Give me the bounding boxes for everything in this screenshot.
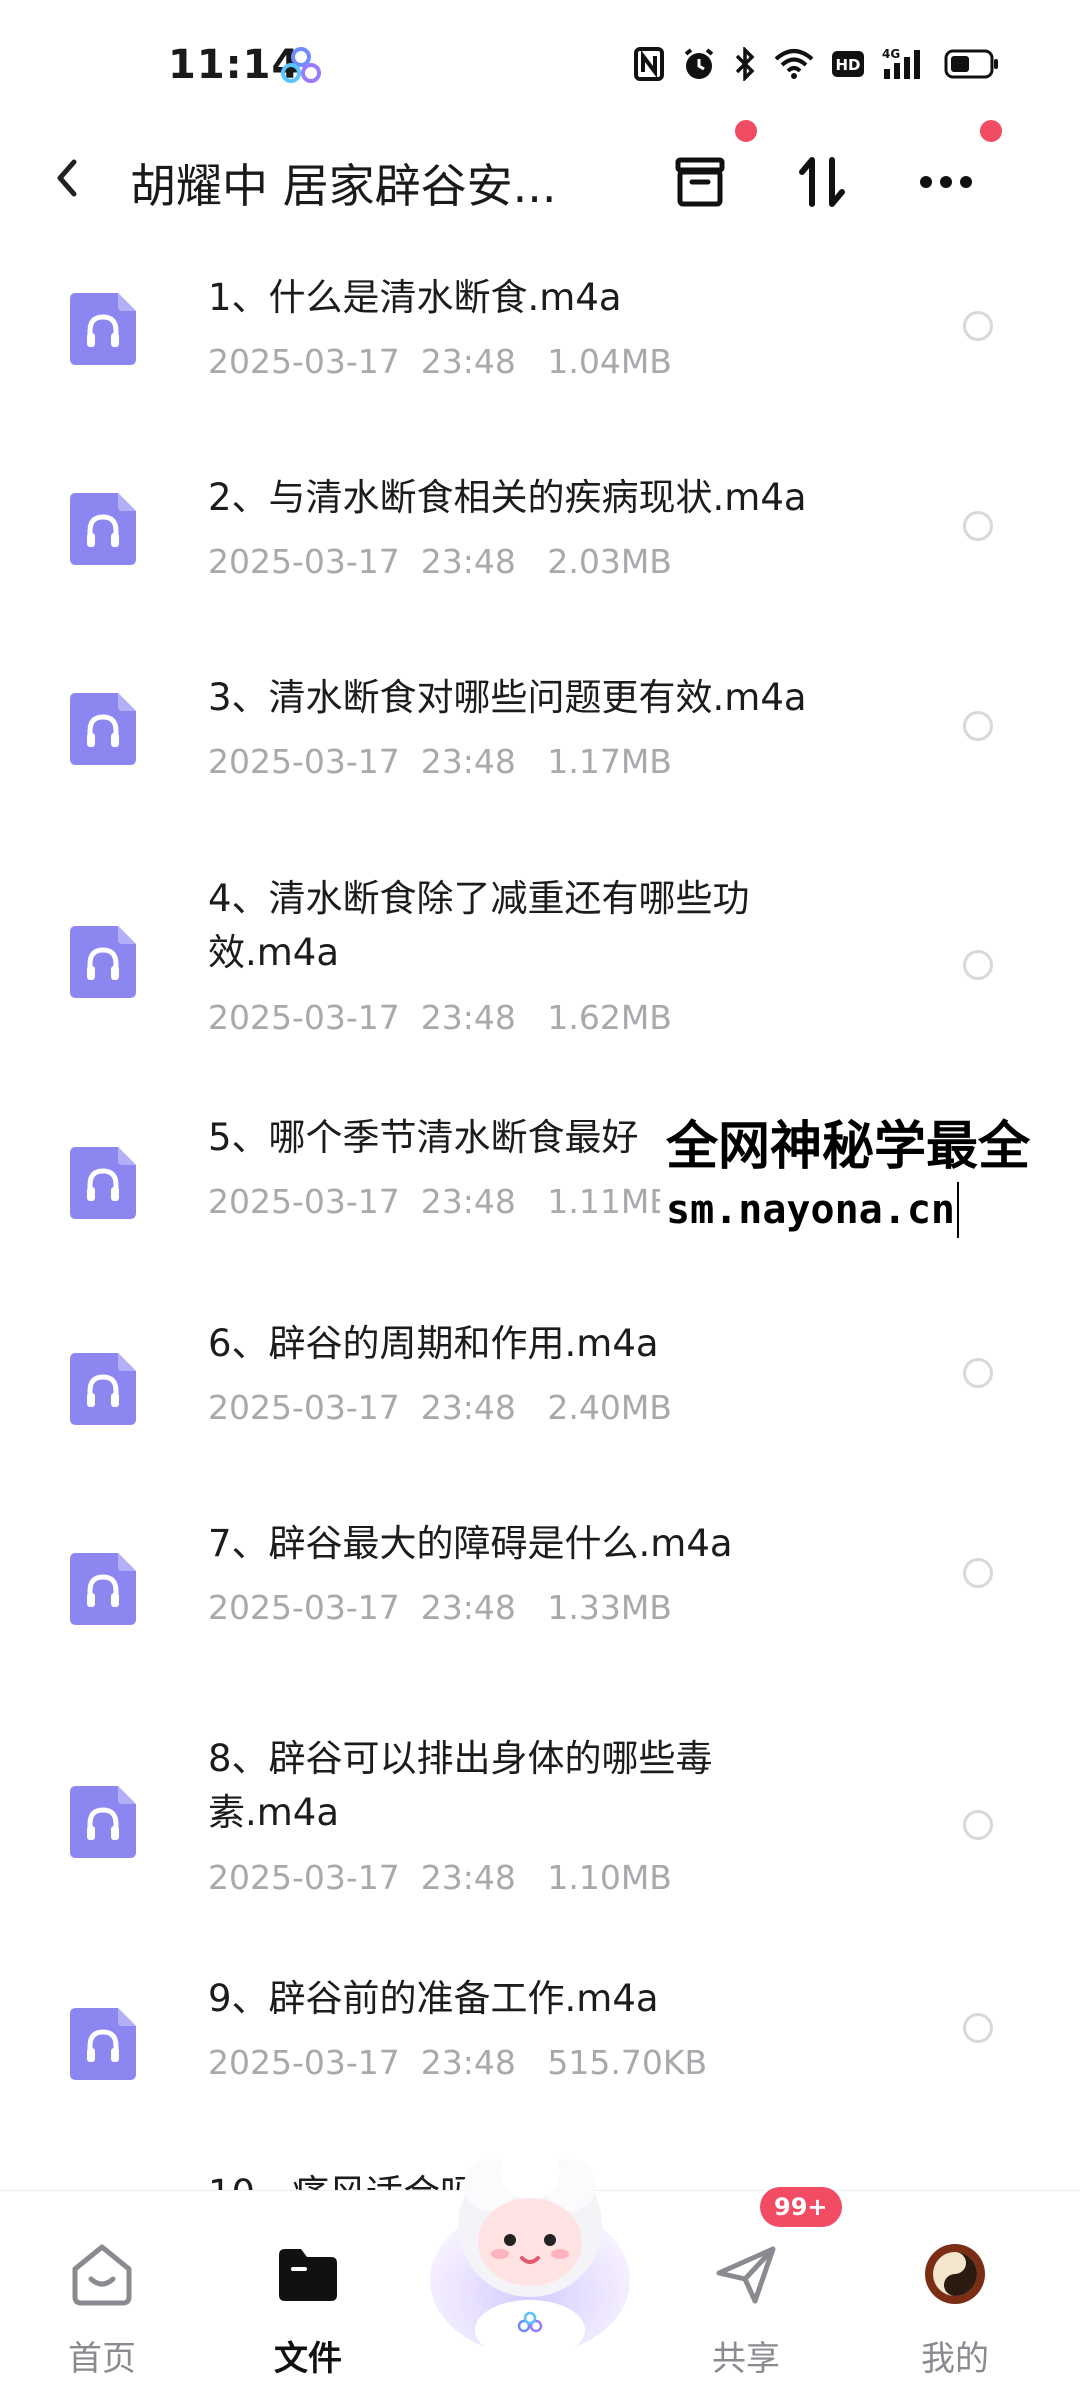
wifi-icon: [774, 46, 814, 82]
select-radio[interactable]: [963, 711, 993, 741]
audio-file-icon: [70, 1553, 136, 1625]
nav-label: 共享: [712, 2339, 780, 2379]
watermark-line1: 全网神秘学最全: [666, 1117, 1031, 1177]
back-icon: [57, 159, 77, 197]
hd-icon: HD: [832, 46, 864, 82]
list-item[interactable]: 1、什么是清水断食.m4a 2025-03-17 23:48 1.04MB: [0, 255, 1080, 455]
top-app-bar: 胡耀中 居家辟谷安...: [0, 120, 1080, 240]
list-item[interactable]: 6、辟谷的周期和作用.m4a 2025-03-17 23:48 2.40MB: [0, 1315, 1080, 1515]
audio-file-icon: [70, 2008, 136, 2080]
list-item[interactable]: 4、清水断食除了减重还有哪些功效.m4a 2025-03-17 23:48 1.…: [0, 855, 1080, 1110]
watermark-overlay: 全网神秘学最全 sm.nayona.cn: [660, 1112, 1037, 1238]
nav-files[interactable]: 文件: [238, 2211, 378, 2381]
audio-file-icon: [70, 1353, 136, 1425]
cloud-app-icon: [281, 47, 321, 83]
alarm-icon: [682, 46, 716, 82]
list-item[interactable]: 7、辟谷最大的障碍是什么.m4a 2025-03-17 23:48 1.33MB: [0, 1515, 1080, 1715]
bluetooth-icon: [734, 46, 756, 82]
share-plane-icon: [716, 2246, 776, 2304]
mascot-icon[interactable]: [420, 2130, 640, 2360]
nav-share[interactable]: 共享: [676, 2211, 816, 2381]
nav-label: 我的: [921, 2339, 989, 2379]
file-meta: 2025-03-17 23:48 1.62MB: [208, 998, 672, 1037]
audio-file-icon: [70, 493, 136, 565]
file-meta: 2025-03-17 23:48 515.70KB: [208, 2043, 708, 2082]
select-radio[interactable]: [963, 1558, 993, 1588]
archive-button[interactable]: [660, 142, 740, 222]
select-radio[interactable]: [963, 511, 993, 541]
audio-file-icon: [70, 926, 136, 998]
select-radio[interactable]: [963, 1358, 993, 1388]
audio-file-icon: [70, 1786, 136, 1858]
notification-dot: [980, 120, 1002, 142]
nav-label: 文件: [274, 2339, 342, 2379]
nav-profile[interactable]: 我的: [885, 2211, 1025, 2381]
file-name: 1、什么是清水断食.m4a: [208, 276, 622, 319]
file-name: 6、辟谷的周期和作用.m4a: [208, 1322, 659, 1365]
list-item[interactable]: 8、辟谷可以排出身体的哪些毒素.m4a 2025-03-17 23:48 1.1…: [0, 1715, 1080, 1970]
select-radio[interactable]: [963, 1810, 993, 1840]
status-bar: 11:14 HD 4G: [0, 0, 1080, 135]
watermark-line2: sm.nayona.cn: [666, 1182, 959, 1238]
audio-file-icon: [70, 293, 136, 365]
file-name: 8、辟谷可以排出身体的哪些毒素.m4a: [208, 1737, 713, 1834]
file-meta: 2025-03-17 23:48 1.33MB: [208, 1588, 672, 1627]
nav-home[interactable]: 首页: [32, 2211, 172, 2381]
audio-file-icon: [70, 693, 136, 765]
file-name: 4、清水断食除了减重还有哪些功效.m4a: [208, 877, 750, 974]
file-meta: 2025-03-17 23:48 1.04MB: [208, 342, 672, 381]
signal-4g-icon: 4G: [882, 46, 926, 82]
archive-icon: [675, 157, 725, 207]
file-meta: 2025-03-17 23:48 2.03MB: [208, 542, 672, 581]
file-meta: 2025-03-17 23:48 2.40MB: [208, 1388, 672, 1427]
svg-text:HD: HD: [835, 56, 860, 74]
share-badge: 99+: [760, 2187, 842, 2227]
audio-file-icon: [70, 1147, 136, 1219]
file-meta: 2025-03-17 23:48 1.10MB: [208, 1858, 672, 1897]
file-meta: 2025-03-17 23:48 1.11MB: [208, 1182, 672, 1221]
list-item[interactable]: 3、清水断食对哪些问题更有效.m4a 2025-03-17 23:48 1.17…: [0, 655, 1080, 855]
file-name: 9、辟谷前的准备工作.m4a: [208, 1977, 659, 2020]
file-name: 2、与清水断食相关的疾病现状.m4a: [208, 476, 807, 519]
more-icon: [920, 176, 972, 188]
back-button[interactable]: [40, 148, 100, 208]
file-name: 7、辟谷最大的障碍是什么.m4a: [208, 1522, 733, 1565]
select-radio[interactable]: [963, 950, 993, 980]
nav-label: 首页: [68, 2339, 136, 2379]
nfc-icon: [634, 46, 664, 82]
list-item[interactable]: 2、与清水断食相关的疾病现状.m4a 2025-03-17 23:48 2.03…: [0, 455, 1080, 655]
select-radio[interactable]: [963, 311, 993, 341]
file-meta: 2025-03-17 23:48 1.17MB: [208, 742, 672, 781]
svg-text:4G: 4G: [882, 47, 900, 61]
page-title: 胡耀中 居家辟谷安...: [130, 159, 557, 213]
folder-icon: [279, 2249, 337, 2301]
sort-icon: [799, 157, 845, 207]
avatar-icon: [925, 2244, 985, 2304]
file-name: 3、清水断食对哪些问题更有效.m4a: [208, 676, 807, 719]
select-radio[interactable]: [963, 2013, 993, 2043]
more-button[interactable]: [906, 142, 986, 222]
sort-button[interactable]: [782, 142, 862, 222]
home-icon: [72, 2244, 132, 2306]
notification-dot: [735, 120, 757, 142]
battery-icon: [944, 46, 1000, 82]
